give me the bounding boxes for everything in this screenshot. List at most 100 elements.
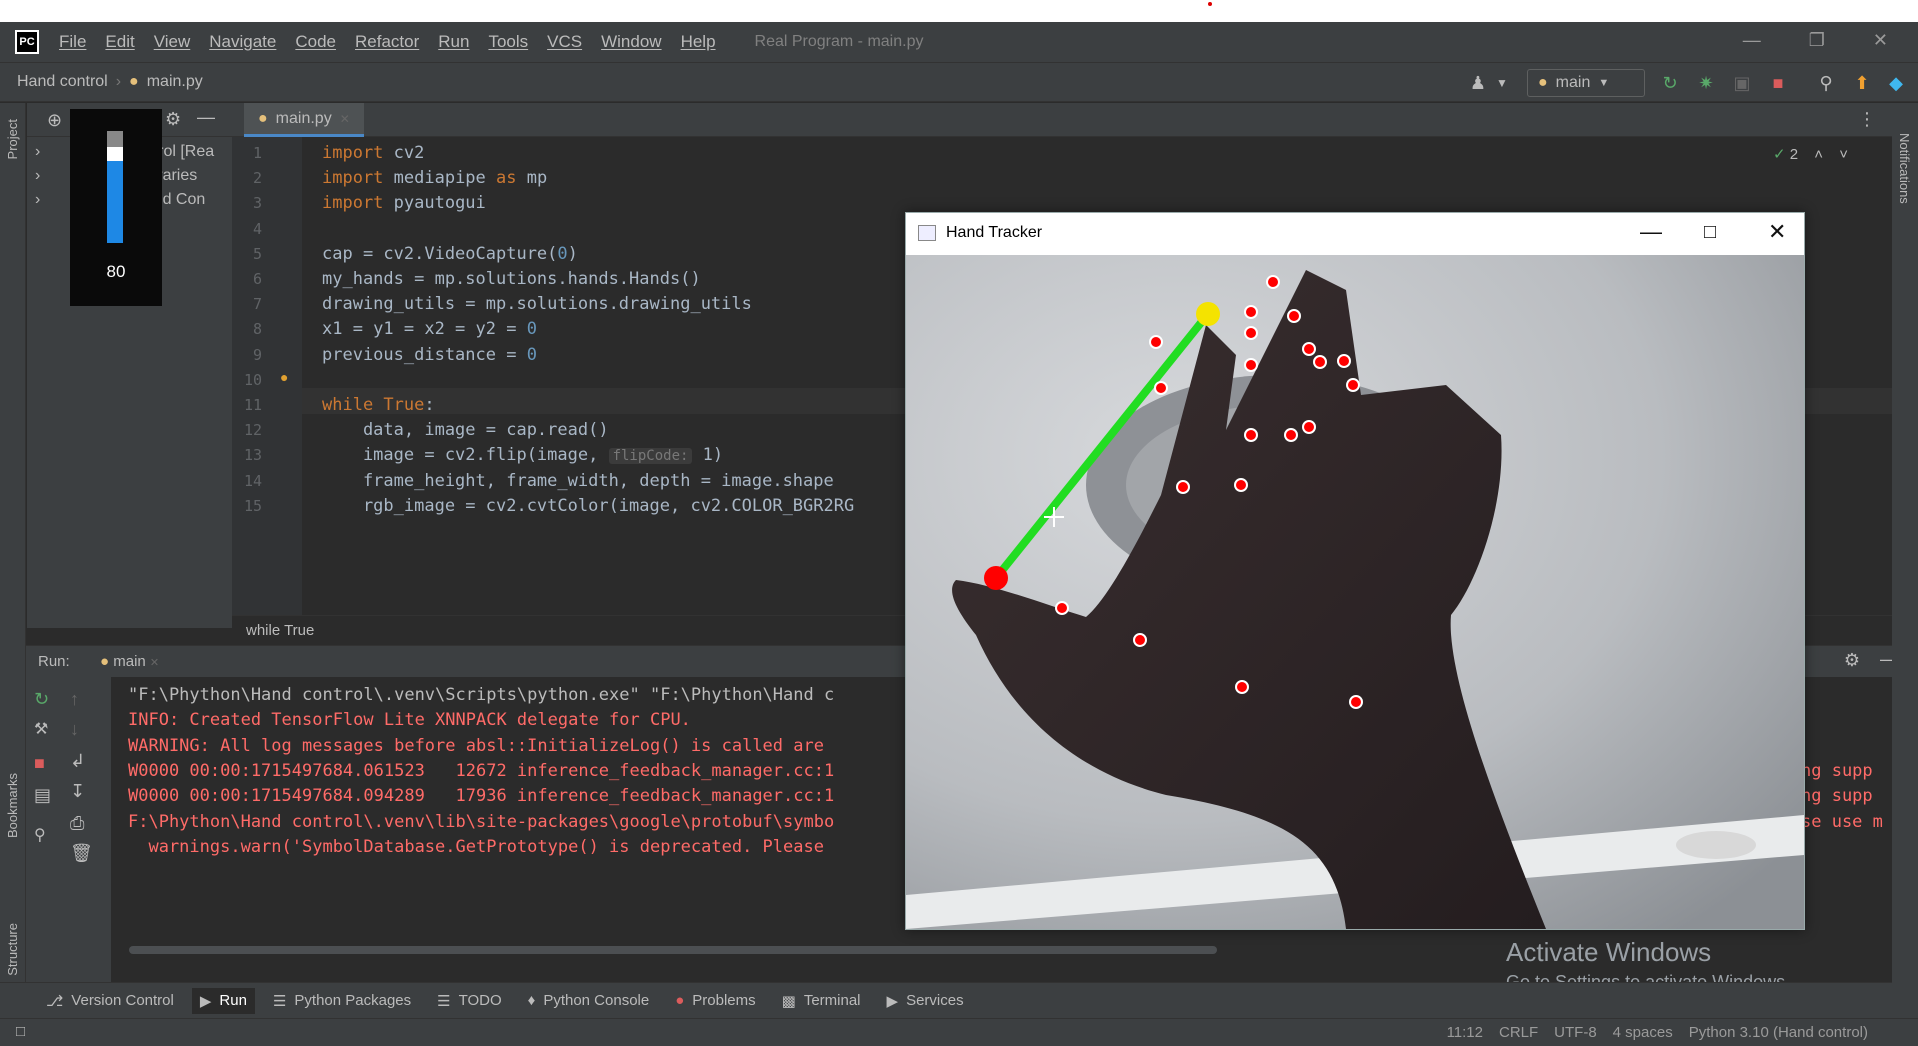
packages-icon: ☰ (272, 992, 287, 1010)
hand-tracker-title: Hand Tracker (946, 224, 1043, 241)
down-icon[interactable]: ↓ (70, 719, 79, 740)
status-bar: □ 11:12 CRLF UTF-8 4 spaces Python 3.10 … (0, 1018, 1918, 1046)
status-interpreter[interactable]: Python 3.10 (Hand control) (1689, 1024, 1868, 1041)
status-encoding[interactable]: UTF-8 (1554, 1024, 1597, 1041)
pin-icon[interactable]: ⚲ (34, 825, 46, 845)
chevron-right-icon: › (35, 143, 41, 160)
right-tool-stripe: Notifications (1892, 103, 1918, 983)
project-tool-button[interactable]: Project (5, 119, 20, 159)
editor-tab-main[interactable]: ● main.py ✕ (244, 103, 364, 137)
panel-toggle-icon[interactable]: □ (16, 1023, 25, 1040)
menu-refactor[interactable]: Refactor (355, 32, 419, 52)
close-icon[interactable]: ✕ (1873, 30, 1888, 51)
stop-icon[interactable]: ■ (1768, 73, 1788, 93)
print-icon[interactable]: ⎙ (70, 813, 84, 834)
python-icon: ● (1538, 74, 1548, 91)
chevron-down-icon[interactable]: ▼ (1492, 73, 1512, 93)
debug-icon[interactable]: ✷ (1696, 73, 1716, 93)
code-line: frame_height, frame_width, depth = image… (322, 470, 834, 491)
run-config-selector[interactable]: ● main ▼ (1527, 69, 1645, 97)
menu-navigate[interactable]: Navigate (209, 32, 276, 52)
gear-icon[interactable]: ⚙ (165, 109, 181, 130)
code-line: drawing_utils = mp.solutions.drawing_uti… (322, 294, 752, 315)
update-icon[interactable]: ⬆ (1852, 73, 1872, 93)
landmark-point (1284, 428, 1298, 442)
menu-edit[interactable]: Edit (105, 32, 134, 52)
hide-icon[interactable]: — (197, 107, 215, 128)
user-icon[interactable]: ♟ (1468, 73, 1488, 93)
layout-icon[interactable]: ▤ (34, 785, 51, 806)
rerun-icon[interactable]: ↻ (1660, 73, 1680, 93)
error-icon: ● (675, 992, 685, 1009)
menu-help[interactable]: Help (681, 32, 716, 52)
chevron-right-icon: › (35, 167, 41, 184)
ide-window: PC File Edit View Navigate Code Refactor Run To… (0, 22, 1918, 1046)
line-number: 13 (243, 446, 262, 465)
more-icon[interactable]: ⋮ (1858, 109, 1876, 130)
plugin-icon[interactable]: ◆ (1886, 73, 1906, 93)
console-line: W0000 00:00:1715497684.094289 17936 infe… (128, 786, 835, 807)
close-tab-icon[interactable]: ✕ (340, 112, 350, 126)
stop-icon[interactable]: ■ (34, 753, 45, 774)
line-number: 1 (252, 144, 262, 162)
console-scrollbar[interactable] (129, 946, 1217, 954)
tool-problems[interactable]: ● Problems (675, 992, 755, 1009)
search-icon[interactable]: ⚲ (1816, 73, 1836, 93)
status-indent[interactable]: 4 spaces (1613, 1024, 1673, 1041)
main-menu: File Edit View Navigate Code Refactor Run Tools… (59, 32, 735, 52)
console-line: F:\Phython\Hand control\.venv\lib\site-p… (128, 811, 835, 832)
python-icon: ● (100, 653, 110, 670)
locate-icon[interactable]: ⊕ (47, 110, 62, 131)
status-line-separator[interactable]: CRLF (1499, 1024, 1538, 1041)
tool-todo[interactable]: ☰ TODO (437, 992, 502, 1010)
structure-tool-button[interactable]: Structure (5, 923, 20, 976)
bookmarks-tool-button[interactable]: Bookmarks (5, 773, 20, 838)
tool-terminal[interactable]: ▩ Terminal (782, 992, 861, 1010)
tool-run[interactable]: ▶ Run (191, 987, 255, 1014)
close-icon[interactable]: ✕ (1768, 219, 1786, 245)
menu-view[interactable]: View (154, 32, 191, 52)
tool-python-console[interactable]: ♦ Python Console (528, 992, 650, 1009)
lightbulb-icon[interactable]: ● (280, 369, 288, 385)
status-caret-position[interactable]: 11:12 (1447, 1024, 1483, 1041)
gear-icon[interactable]: ⚙ (1844, 650, 1860, 671)
tool-services[interactable]: ▶ Services (887, 992, 964, 1010)
inspection-widget[interactable]: ✓ 2 ˄ ˅ (1773, 145, 1848, 163)
minimize-icon[interactable]: — (1640, 219, 1662, 245)
menu-run[interactable]: Run (438, 32, 469, 52)
code-line: image = cv2.flip(image, flipCode: 1) (322, 445, 724, 466)
menu-code[interactable]: Code (295, 32, 336, 52)
maximize-icon[interactable]: □ (1704, 221, 1716, 244)
rerun-icon[interactable]: ↻ (34, 689, 49, 710)
run-tab-main[interactable]: ● main ✕ (100, 653, 159, 670)
minimize-icon[interactable]: — (1743, 30, 1761, 51)
landmark-point (1154, 381, 1168, 395)
menu-file[interactable]: File (59, 32, 86, 52)
landmark-point (1244, 428, 1258, 442)
scroll-to-end-icon[interactable]: ↧ (70, 781, 85, 802)
tool-python-packages[interactable]: ☰ Python Packages (273, 992, 411, 1010)
line-number: 2 (252, 169, 262, 188)
menu-window[interactable]: Window (601, 32, 661, 52)
code-line: while True: (322, 395, 435, 415)
status-items: 11:12 CRLF UTF-8 4 spaces Python 3.10 (H… (1447, 1024, 1868, 1041)
notifications-tool-button[interactable]: Notifications (1897, 133, 1912, 204)
chevron-up-icon[interactable]: ˄ (1814, 146, 1823, 163)
landmark-point (1346, 378, 1360, 392)
up-icon[interactable]: ↑ (70, 689, 79, 710)
chevron-down-icon[interactable]: ˅ (1839, 146, 1848, 163)
play-icon: ▶ (199, 992, 212, 1010)
pycharm-logo-icon: PC (15, 30, 39, 54)
wrench-icon[interactable]: ⚒ (34, 719, 48, 739)
close-tab-icon[interactable]: ✕ (150, 657, 159, 669)
trash-icon[interactable]: 🗑 (70, 843, 93, 864)
soft-wrap-icon[interactable]: ↲ (70, 751, 85, 772)
menu-vcs[interactable]: VCS (547, 32, 582, 52)
breadcrumb-file[interactable]: main.py (147, 73, 203, 91)
restore-icon[interactable]: ❐ (1809, 30, 1825, 51)
breadcrumb-project[interactable]: Hand control (17, 73, 108, 91)
run-coverage-icon[interactable]: ▣ (1732, 73, 1752, 93)
tool-version-control[interactable]: ⎇ Version Control (46, 992, 174, 1010)
menu-tools[interactable]: Tools (488, 32, 528, 52)
hand-tracker-titlebar[interactable]: Hand Tracker — □ ✕ (906, 213, 1804, 255)
